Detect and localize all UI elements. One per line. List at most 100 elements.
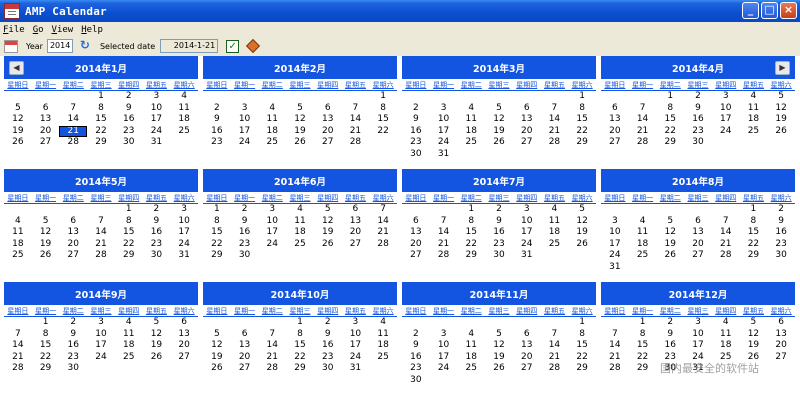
day-cell[interactable]: 6 [231, 329, 259, 341]
day-cell[interactable]: 14 [87, 227, 115, 239]
day-cell[interactable]: 21 [712, 239, 740, 251]
day-cell[interactable]: 26 [485, 363, 513, 375]
day-cell[interactable]: 18 [258, 126, 286, 138]
day-cell[interactable]: 21 [4, 352, 32, 364]
day-cell[interactable]: 3 [258, 204, 286, 216]
day-cell[interactable]: 3 [430, 329, 458, 341]
day-cell[interactable]: 3 [231, 103, 259, 115]
day-cell[interactable]: 6 [314, 103, 342, 115]
day-cell[interactable]: 7 [430, 216, 458, 228]
day-cell[interactable]: 9 [143, 216, 171, 228]
day-cell[interactable]: 4 [457, 329, 485, 341]
day-cell[interactable]: 10 [170, 216, 198, 228]
day-cell[interactable]: 25 [740, 126, 768, 138]
day-cell[interactable]: 23 [143, 239, 171, 251]
day-cell[interactable]: 30 [485, 250, 513, 262]
day-cell[interactable]: 19 [286, 126, 314, 138]
day-cell[interactable]: 22 [32, 352, 60, 364]
day-cell[interactable]: 21 [430, 239, 458, 251]
day-cell[interactable]: 4 [740, 91, 768, 103]
day-cell[interactable]: 22 [740, 239, 768, 251]
day-cell[interactable]: 6 [601, 103, 629, 115]
day-cell[interactable]: 10 [684, 329, 712, 341]
day-cell[interactable]: 29 [629, 363, 657, 375]
day-cell[interactable]: 29 [457, 250, 485, 262]
day-cell[interactable]: 3 [430, 103, 458, 115]
day-cell[interactable]: 14 [629, 114, 657, 126]
day-cell[interactable]: 13 [767, 329, 795, 341]
day-cell[interactable]: 3 [342, 317, 370, 329]
day-cell[interactable]: 25 [629, 250, 657, 262]
day-cell[interactable]: 30 [684, 137, 712, 149]
day-cell[interactable]: 23 [314, 352, 342, 364]
day-cell[interactable]: 6 [32, 103, 60, 115]
day-cell[interactable]: 16 [684, 114, 712, 126]
day-cell[interactable]: 26 [143, 352, 171, 364]
day-cell[interactable]: 31 [342, 363, 370, 375]
day-cell[interactable]: 7 [712, 216, 740, 228]
day-cell[interactable]: 24 [342, 352, 370, 364]
day-cell[interactable]: 2 [59, 317, 87, 329]
day-cell[interactable]: 12 [568, 216, 596, 228]
day-cell[interactable]: 12 [203, 340, 231, 352]
day-cell[interactable]: 31 [601, 262, 629, 274]
day-cell[interactable]: 22 [656, 126, 684, 138]
day-cell[interactable]: 12 [314, 216, 342, 228]
day-cell[interactable]: 13 [170, 329, 198, 341]
day-cell[interactable]: 9 [231, 216, 259, 228]
day-cell[interactable]: 28 [87, 250, 115, 262]
day-cell[interactable]: 11 [170, 103, 198, 115]
day-cell[interactable]: 1 [457, 204, 485, 216]
day-cell[interactable]: 4 [541, 204, 569, 216]
menu-file[interactable]: File [3, 25, 25, 35]
day-cell[interactable]: 24 [513, 239, 541, 251]
day-cell[interactable]: 9 [402, 340, 430, 352]
day-cell[interactable]: 7 [369, 204, 397, 216]
day-cell[interactable]: 18 [740, 114, 768, 126]
day-cell[interactable]: 11 [629, 227, 657, 239]
day-cell[interactable]: 4 [712, 317, 740, 329]
day-cell[interactable]: 7 [4, 329, 32, 341]
day-cell[interactable]: 29 [656, 137, 684, 149]
day-cell[interactable]: 7 [629, 103, 657, 115]
day-cell[interactable]: 14 [59, 114, 87, 126]
day-cell[interactable]: 18 [629, 239, 657, 251]
day-cell[interactable]: 20 [231, 352, 259, 364]
year-input[interactable]: 2014 [46, 39, 73, 53]
day-cell[interactable]: 5 [4, 103, 32, 115]
day-cell[interactable]: 13 [314, 114, 342, 126]
day-cell[interactable]: 29 [203, 250, 231, 262]
day-cell[interactable]: 1 [656, 91, 684, 103]
day-cell[interactable]: 7 [258, 329, 286, 341]
day-cell[interactable]: 7 [59, 103, 87, 115]
day-cell[interactable]: 13 [513, 340, 541, 352]
day-cell[interactable]: 26 [767, 126, 795, 138]
day-cell[interactable]: 20 [684, 239, 712, 251]
title-bar[interactable]: AMP Calendar _ □ × [0, 0, 800, 22]
day-cell[interactable]: 21 [601, 352, 629, 364]
day-cell[interactable]: 5 [143, 317, 171, 329]
day-cell[interactable]: 30 [402, 149, 430, 161]
day-cell[interactable]: 9 [314, 329, 342, 341]
day-cell[interactable]: 9 [402, 114, 430, 126]
day-cell[interactable]: 12 [767, 103, 795, 115]
day-cell[interactable]: 3 [684, 317, 712, 329]
day-cell[interactable]: 15 [115, 227, 143, 239]
day-cell[interactable]: 25 [115, 352, 143, 364]
day-cell[interactable]: 23 [402, 137, 430, 149]
day-cell[interactable]: 28 [601, 363, 629, 375]
day-cell[interactable]: 6 [59, 216, 87, 228]
day-cell[interactable]: 12 [143, 329, 171, 341]
day-cell[interactable]: 13 [342, 216, 370, 228]
day-cell[interactable]: 11 [740, 103, 768, 115]
day-cell[interactable]: 1 [369, 91, 397, 103]
day-cell[interactable]: 5 [485, 329, 513, 341]
day-cell[interactable]: 17 [712, 114, 740, 126]
day-cell[interactable]: 26 [4, 137, 32, 149]
day-cell[interactable]: 8 [115, 216, 143, 228]
day-cell[interactable]: 25 [457, 363, 485, 375]
day-cell[interactable]: 13 [402, 227, 430, 239]
day-cell[interactable]: 14 [258, 340, 286, 352]
day-cell[interactable]: 19 [568, 227, 596, 239]
day-cell[interactable]: 9 [684, 103, 712, 115]
